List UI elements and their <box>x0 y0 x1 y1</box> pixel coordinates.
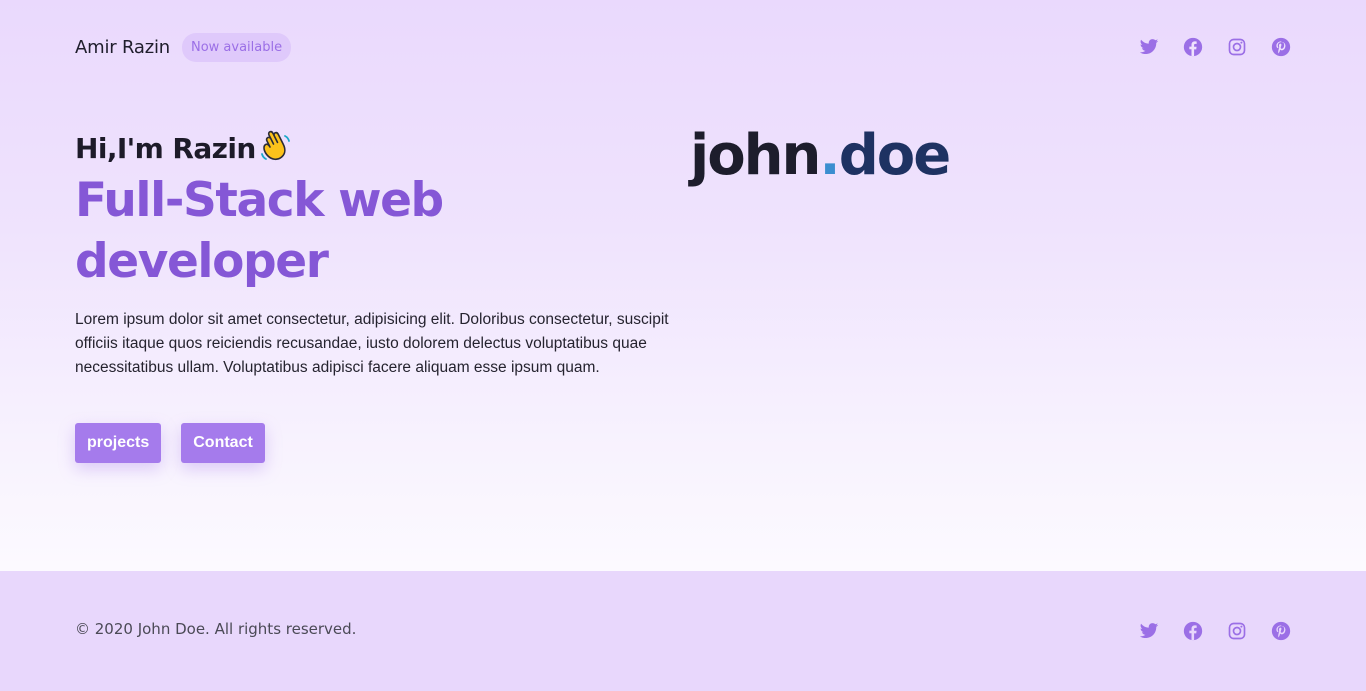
logo-dot: . <box>819 123 840 188</box>
site-footer: © 2020 John Doe. All rights reserved. <box>0 571 1366 691</box>
facebook-icon[interactable] <box>1183 621 1203 641</box>
availability-badge: Now available <box>181 32 292 62</box>
twitter-icon[interactable] <box>1139 37 1159 57</box>
contact-button[interactable]: Contact <box>181 423 265 463</box>
footer-social-links <box>1139 621 1291 641</box>
header-social-links <box>1139 37 1291 57</box>
hero-section: Amir Razin Now available Hi,I'm Razin Fu… <box>0 0 1366 571</box>
facebook-icon[interactable] <box>1183 37 1203 57</box>
greeting-text: Hi,I'm Razin <box>75 131 256 165</box>
pinterest-icon[interactable] <box>1271 621 1291 641</box>
logo-part-doe: doe <box>838 123 952 188</box>
instagram-icon[interactable] <box>1227 37 1247 57</box>
copyright-text: © 2020 John Doe. All rights reserved. <box>75 620 357 638</box>
twitter-icon[interactable] <box>1139 621 1159 641</box>
logo-part-john: john <box>690 123 821 188</box>
intro-block: Hi,I'm Razin Full-Stack web developer <box>75 128 675 292</box>
hero-actions: projects Contact <box>75 423 265 463</box>
greeting: Hi,I'm Razin <box>75 128 675 168</box>
waving-hand-icon <box>258 130 294 166</box>
instagram-icon[interactable] <box>1227 621 1247 641</box>
brand-name[interactable]: Amir Razin <box>75 37 170 58</box>
brand: Amir Razin Now available <box>75 32 292 62</box>
intro-description: Lorem ipsum dolor sit amet consectetur, … <box>75 311 669 376</box>
pinterest-icon[interactable] <box>1271 37 1291 57</box>
projects-button[interactable]: projects <box>75 423 162 463</box>
john-doe-logo: john.doe <box>690 120 952 192</box>
site-header: Amir Razin Now available <box>75 32 1291 62</box>
headline: Full-Stack web developer <box>75 173 444 289</box>
